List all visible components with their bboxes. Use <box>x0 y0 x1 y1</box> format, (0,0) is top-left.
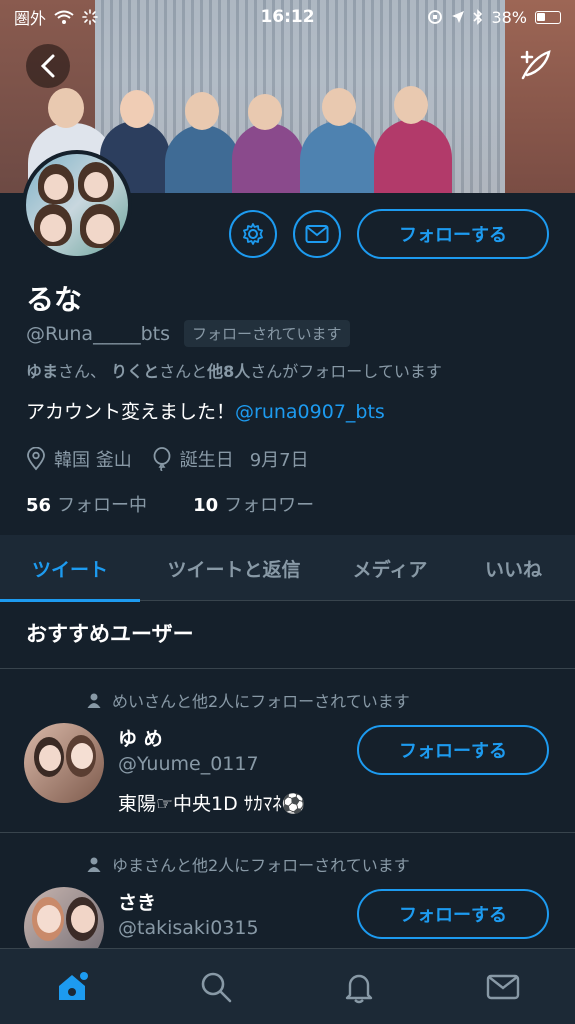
carrier-label: 圏外 <box>14 9 47 28</box>
banner-figure-head <box>48 88 84 128</box>
handle-row: @Runa_____bts フォローされています <box>26 320 350 347</box>
suggestion-name[interactable]: ゆ め <box>118 724 163 751</box>
profile-name: るな <box>26 283 83 316</box>
nav-search[interactable] <box>186 957 246 1017</box>
loading-spinner-icon <box>82 9 98 25</box>
banner-figure <box>165 125 240 193</box>
banner-figure <box>374 119 452 193</box>
follows-you-badge: フォローされています <box>183 320 350 347</box>
suggestion-context-text: ゆまさんと他2人にフォローされています <box>112 856 410 875</box>
nav-messages[interactable] <box>473 957 533 1017</box>
bluetooth-icon <box>473 9 483 25</box>
tab-media[interactable]: メディア <box>328 535 452 601</box>
known-followers[interactable]: ゆまさん、 りくとさんと他8人さんがフォローしています <box>26 358 442 382</box>
known-followers-text: さんがフォローしています <box>250 362 442 381</box>
suggestion-bio: 東陽☞中央1D ｻｶﾏﾈ⚽ <box>118 793 306 815</box>
feather-quill-icon <box>520 50 551 80</box>
avatar-face <box>39 745 61 771</box>
battery-percent: 38% <box>491 7 527 27</box>
tab-tweets[interactable]: ツイート <box>0 535 140 602</box>
banner-figure-head <box>394 86 428 124</box>
avatar-face <box>86 214 114 244</box>
suggestion-follow-button[interactable]: フォローする <box>357 725 549 775</box>
balloon-icon <box>153 447 171 471</box>
suggestion-context: ゆまさんと他2人にフォローされています <box>86 852 410 876</box>
suggestions-title: おすすめユーザー <box>26 622 194 646</box>
profile-tabs: ツイート ツイートと返信 メディア いいね <box>0 535 575 602</box>
followers-number: 10 <box>193 495 219 516</box>
bio-mention-link[interactable]: @runa0907_bts <box>235 401 385 423</box>
banner-figure-head <box>322 88 356 126</box>
avatar-face <box>44 174 68 200</box>
known-followers-text: さん、 <box>58 362 107 381</box>
suggestion-name[interactable]: さき <box>118 888 156 915</box>
follow-counts: 56 フォロー中 10 フォロワー <box>26 491 360 517</box>
person-icon <box>87 693 101 708</box>
envelope-icon <box>305 225 329 243</box>
battery-icon <box>535 10 561 24</box>
profile-bio: アカウント変えました！@runa0907_bts <box>26 397 385 424</box>
location-pin-icon <box>27 447 45 471</box>
person-icon <box>87 857 101 872</box>
profile-avatar[interactable] <box>22 150 132 260</box>
tab-tweets-replies[interactable]: ツイートと返信 <box>140 535 328 601</box>
bell-icon <box>346 974 373 1003</box>
search-icon <box>201 972 231 1002</box>
following-count[interactable]: 56 フォロー中 <box>26 491 147 517</box>
back-button[interactable] <box>26 44 70 88</box>
profile-handle: @Runa_____bts <box>26 322 170 345</box>
suggestion-handle: @Yuume_0117 <box>118 753 259 775</box>
avatar-face <box>71 905 95 933</box>
banner-figure-head <box>185 92 219 130</box>
location: 韓国 釜山 <box>26 446 132 472</box>
location-arrow-icon <box>452 11 465 23</box>
birthday-label: 誕生日 <box>179 450 234 471</box>
tab-likes[interactable]: いいね <box>452 535 575 601</box>
following-label: フォロー中 <box>57 495 148 516</box>
suggestion-handle: @takisaki0315 <box>118 917 259 939</box>
compose-tweet-button[interactable] <box>519 48 553 86</box>
birthday-date: 9月7日 <box>249 450 309 471</box>
status-bar: 圏外 16:12 38% <box>0 0 575 34</box>
gear-icon <box>243 223 263 245</box>
chevron-left-icon <box>40 54 55 78</box>
banner-figure <box>232 123 304 193</box>
known-follower-name: ゆま <box>26 362 59 381</box>
bottom-tab-bar <box>0 948 575 1024</box>
bio-text: アカウント変えました！ <box>26 401 236 423</box>
location-text: 韓国 釜山 <box>54 450 132 471</box>
profile-meta: 韓国 釜山 誕生日 9月7日 <box>26 446 329 472</box>
avatar-face <box>84 172 108 198</box>
birthday: 誕生日 9月7日 <box>152 446 309 472</box>
status-left: 圏外 <box>14 5 98 29</box>
rotation-lock-icon <box>428 10 443 24</box>
avatar-face <box>37 905 61 933</box>
banner-figure <box>300 121 378 193</box>
known-followers-text: さんと <box>159 362 208 381</box>
wifi-icon <box>54 10 74 24</box>
mail-icon <box>486 974 520 999</box>
suggestion-context-text: めいさんと他2人にフォローされています <box>112 692 410 711</box>
followers-count[interactable]: 10 フォロワー <box>193 491 314 517</box>
home-icon <box>58 971 88 1000</box>
avatar-face <box>40 214 66 242</box>
followers-label: フォロワー <box>224 495 315 516</box>
suggestion-follow-button[interactable]: フォローする <box>357 889 549 939</box>
suggestion-avatar[interactable] <box>24 723 104 803</box>
nav-notifications[interactable] <box>329 957 389 1017</box>
suggestion-context: めいさんと他2人にフォローされています <box>86 688 410 712</box>
known-followers-others: 他8人 <box>207 362 251 381</box>
follow-button[interactable]: フォローする <box>357 209 549 259</box>
avatar-face <box>71 743 93 769</box>
message-button[interactable] <box>293 210 341 258</box>
known-follower-name: りくと <box>111 362 160 381</box>
following-number: 56 <box>26 495 52 516</box>
divider <box>0 832 575 833</box>
nav-home[interactable] <box>42 957 102 1017</box>
banner-figure-head <box>248 94 282 130</box>
banner-figure-head <box>120 90 154 128</box>
status-right: 38% <box>427 8 561 27</box>
divider <box>0 668 575 669</box>
settings-button[interactable] <box>229 210 277 258</box>
